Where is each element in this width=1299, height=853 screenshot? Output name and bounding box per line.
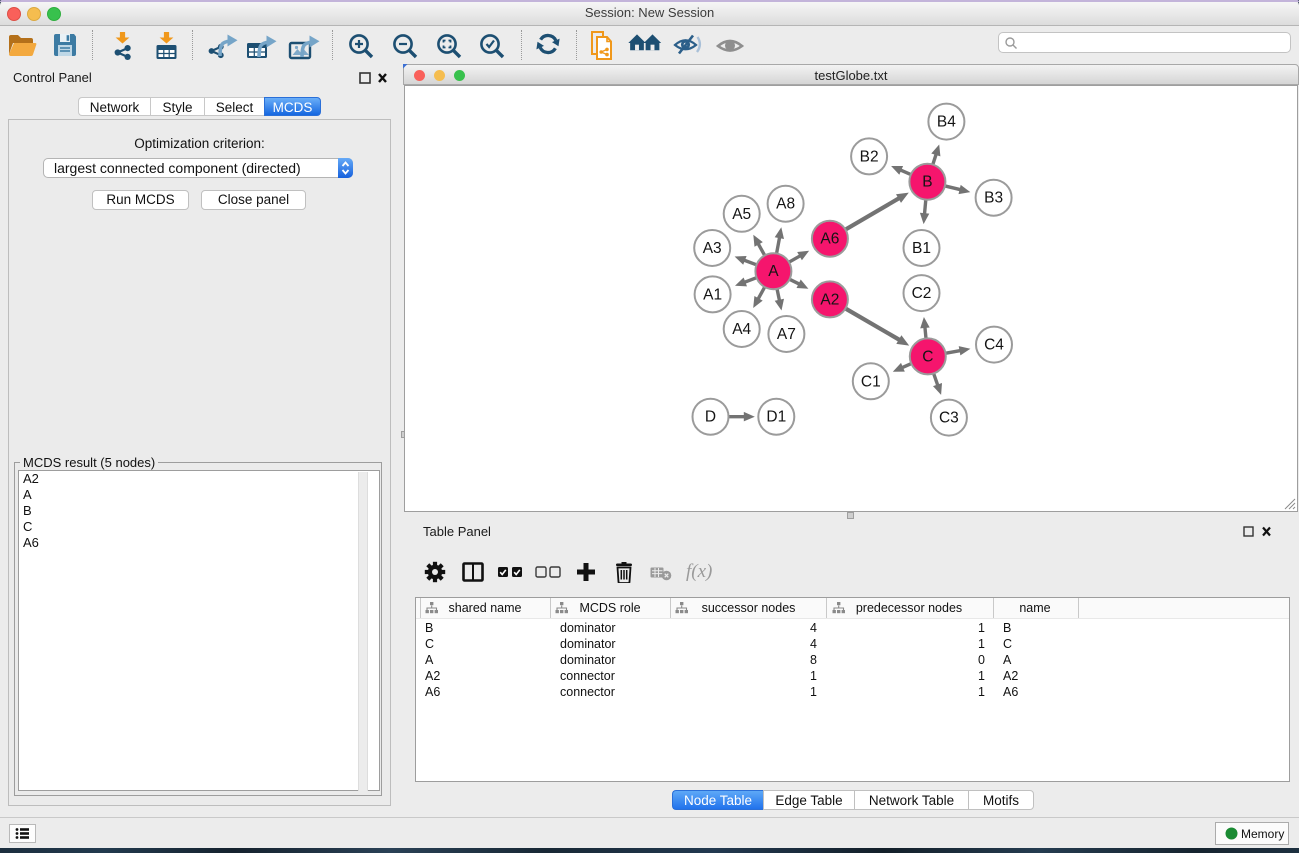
svg-text:C: C	[922, 348, 933, 365]
svg-text:A: A	[768, 263, 779, 280]
svg-text:B: B	[922, 174, 932, 191]
svg-text:A4: A4	[732, 321, 751, 338]
svg-text:A7: A7	[777, 326, 796, 343]
svg-text:C3: C3	[939, 410, 959, 427]
svg-text:A8: A8	[776, 196, 795, 213]
svg-text:A3: A3	[703, 240, 722, 257]
svg-text:C4: C4	[984, 337, 1004, 354]
svg-text:A2: A2	[820, 291, 839, 308]
svg-text:A1: A1	[703, 286, 722, 303]
svg-text:B3: B3	[984, 190, 1003, 207]
svg-text:B2: B2	[860, 148, 879, 165]
svg-text:D1: D1	[766, 409, 786, 426]
svg-text:D: D	[705, 409, 716, 426]
svg-text:A5: A5	[732, 206, 751, 223]
svg-text:C2: C2	[912, 285, 932, 302]
svg-text:B4: B4	[937, 114, 956, 131]
svg-text:B1: B1	[912, 240, 931, 257]
svg-text:C1: C1	[861, 373, 881, 390]
svg-text:A6: A6	[820, 231, 839, 248]
